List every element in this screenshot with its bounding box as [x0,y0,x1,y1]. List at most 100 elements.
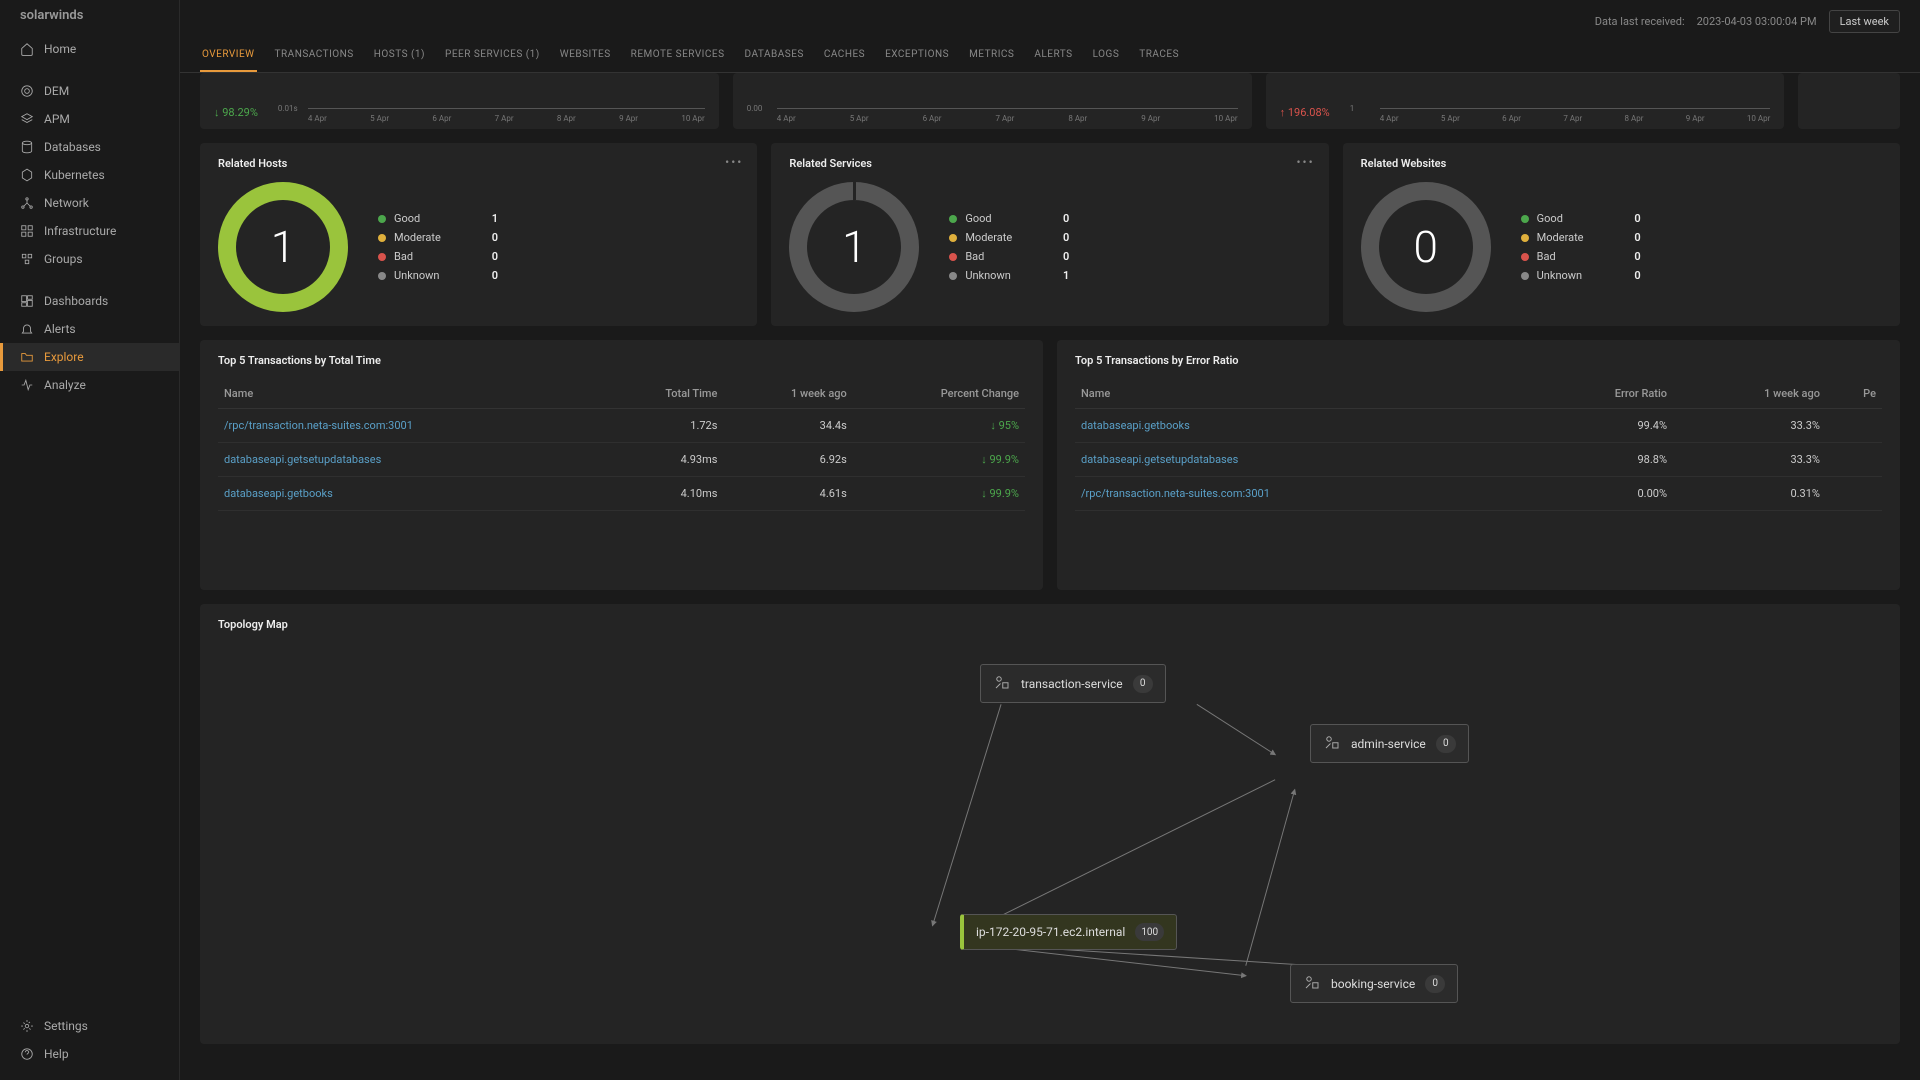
transaction-link[interactable]: /rpc/transaction.neta-suites.com:3001 [1081,487,1270,500]
tab-remote-services[interactable]: REMOTE SERVICES [629,39,727,72]
table-row[interactable]: /rpc/transaction.neta-suites.com:3001 1.… [218,409,1025,443]
brand-logo: solarwinds [0,8,179,35]
donut-count: 1 [842,221,866,273]
cell-ratio: 98.8% [1528,443,1673,477]
legend-value: 0 [1063,212,1069,225]
panel-title: Related Hosts [218,157,739,170]
col-ago[interactable]: 1 week ago [1673,379,1826,409]
data-last-received-label: Data last received: [1595,15,1685,28]
nav-groups[interactable]: Groups [0,245,179,273]
transaction-link[interactable]: /rpc/transaction.neta-suites.com:3001 [224,419,413,432]
nav-home[interactable]: Home [0,35,179,63]
col-pct[interactable]: Percent Change [853,379,1025,409]
topology-node-transaction-service[interactable]: transaction-service 0 [980,664,1166,703]
nav-network[interactable]: Network [0,189,179,217]
status-dot-icon [1521,215,1529,223]
nav-infrastructure[interactable]: Infrastructure [0,217,179,245]
transaction-link[interactable]: databaseapi.getsetupdatabases [1081,453,1238,466]
tab-transactions[interactable]: TRANSACTIONS [273,39,356,72]
donut-chart: 1 [218,182,348,312]
nav-dem[interactable]: DEM [0,77,179,105]
node-badge: 0 [1436,735,1456,753]
sidebar: solarwinds Home DEM APM Databases Kubern [0,0,180,1080]
tab-caches[interactable]: CACHES [822,39,867,72]
col-ratio[interactable]: Error Ratio [1528,379,1673,409]
nav-label: APM [44,112,70,126]
node-label: booking-service [1331,977,1415,991]
col-name[interactable]: Name [1075,379,1528,409]
cell-pct: 99.9% [853,477,1025,511]
tab-peer-services[interactable]: PEER SERVICES (1) [443,39,542,72]
node-badge: 0 [1425,975,1445,993]
panel-title: Topology Map [218,618,1882,631]
status-dot-icon [378,234,386,242]
nav-label: Explore [44,350,84,364]
nav-label: Infrastructure [44,224,116,238]
nav-alerts[interactable]: Alerts [0,315,179,343]
mini-card-4 [1798,73,1900,129]
nav-apm[interactable]: APM [0,105,179,133]
status-dot-icon [378,253,386,261]
legend-label: Unknown [394,269,484,282]
grid-icon [20,224,34,238]
legend-row: Good 1 [378,212,498,225]
nav-settings[interactable]: Settings [0,1012,179,1040]
legend: Good 0 Moderate 0 Bad 0 Unknown 1 [949,212,1069,282]
nav-label: Groups [44,252,83,266]
tab-overview[interactable]: OVERVIEW [200,39,257,72]
legend: Good 1 Moderate 0 Bad 0 Unknown 0 [378,212,498,282]
legend-value: 0 [1634,231,1640,244]
table-row[interactable]: /rpc/transaction.neta-suites.com:3001 0.… [1075,477,1882,511]
transaction-link[interactable]: databaseapi.getbooks [1081,419,1190,432]
nav-label: DEM [44,84,69,98]
home-icon [20,42,34,56]
tab-metrics[interactable]: METRICS [967,39,1016,72]
legend-value: 0 [1063,250,1069,263]
transaction-link[interactable]: databaseapi.getbooks [224,487,333,500]
topology-node-host[interactable]: ip-172-20-95-71.ec2.internal 100 [960,914,1177,950]
legend-label: Unknown [965,269,1055,282]
tab-alerts[interactable]: ALERTS [1032,39,1074,72]
table-row[interactable]: databaseapi.getsetupdatabases 98.8% 33.3… [1075,443,1882,477]
node-badge: 0 [1133,675,1153,693]
transaction-link[interactable]: databaseapi.getsetupdatabases [224,453,381,466]
nav-explore[interactable]: Explore [0,343,179,371]
topology-node-booking-service[interactable]: booking-service 0 [1290,964,1458,1003]
service-icon [1323,733,1341,754]
service-icon [993,673,1011,694]
trend-value: 196.08% [1280,106,1330,119]
col-name[interactable]: Name [218,379,601,409]
time-range-selector[interactable]: Last week [1829,10,1900,33]
status-dot-icon [1521,253,1529,261]
nav-kubernetes[interactable]: Kubernetes [0,161,179,189]
topology-node-admin-service[interactable]: admin-service 0 [1310,724,1469,763]
transactions-time-table: Name Total Time 1 week ago Percent Chang… [218,379,1025,511]
tab-databases[interactable]: DATABASES [743,39,806,72]
nav-dashboards[interactable]: Dashboards [0,287,179,315]
legend-value: 0 [1063,231,1069,244]
tab-hosts[interactable]: HOSTS (1) [372,39,427,72]
panel-menu-icon[interactable]: ••• [1297,155,1315,169]
nav-analyze[interactable]: Analyze [0,371,179,399]
status-dot-icon [949,272,957,280]
col-pe[interactable]: Pe [1826,379,1882,409]
nav-label: Home [44,42,76,56]
table-row[interactable]: databaseapi.getbooks 4.10ms 4.61s 99.9% [218,477,1025,511]
tab-exceptions[interactable]: EXCEPTIONS [883,39,951,72]
nav-label: Settings [44,1019,88,1033]
legend-label: Moderate [394,231,484,244]
mini-chart: 0.00 4 Apr5 Apr6 Apr7 Apr8 Apr9 Apr10 Ap… [747,79,1238,119]
col-ago[interactable]: 1 week ago [723,379,852,409]
tab-traces[interactable]: TRACES [1137,39,1181,72]
col-total[interactable]: Total Time [601,379,723,409]
legend-label: Bad [1537,250,1627,263]
panel-menu-icon[interactable]: ••• [725,155,743,169]
table-row[interactable]: databaseapi.getbooks 99.4% 33.3% [1075,409,1882,443]
node-label: transaction-service [1021,677,1123,691]
top-transactions-error-panel: Top 5 Transactions by Error Ratio Name E… [1057,340,1900,590]
tab-logs[interactable]: LOGS [1091,39,1122,72]
table-row[interactable]: databaseapi.getsetupdatabases 4.93ms 6.9… [218,443,1025,477]
nav-help[interactable]: Help [0,1040,179,1068]
tab-websites[interactable]: WEBSITES [558,39,613,72]
nav-databases[interactable]: Databases [0,133,179,161]
